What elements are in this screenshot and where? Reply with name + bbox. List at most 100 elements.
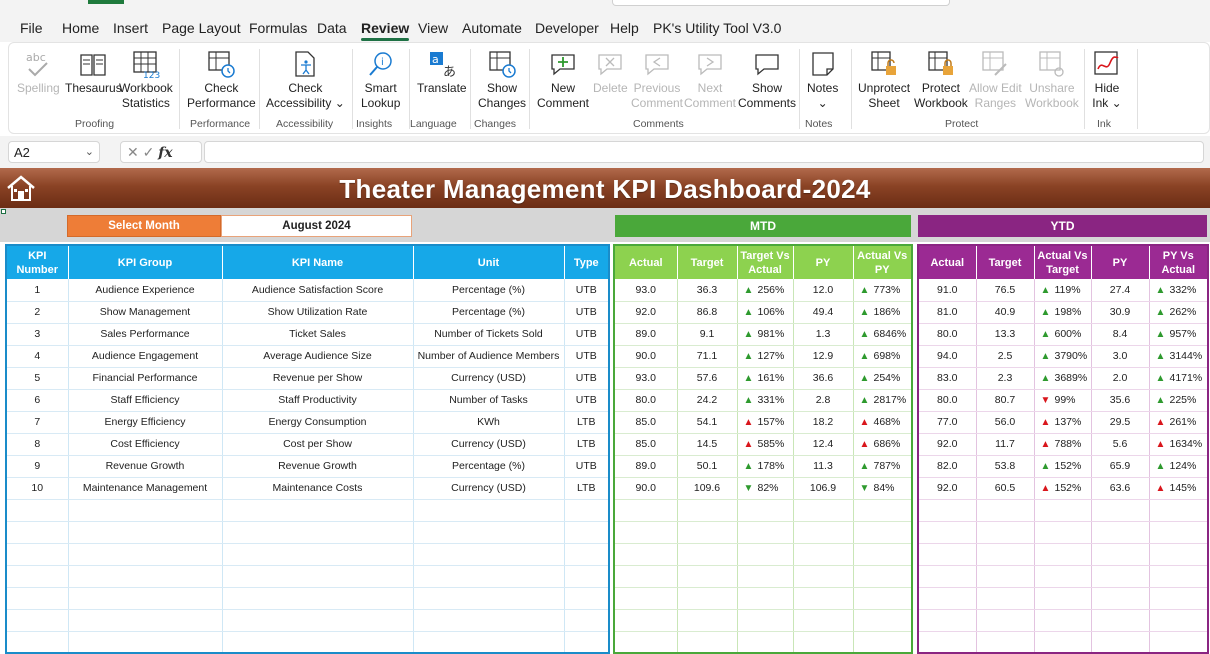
ytd-target-cell[interactable]: 2.3 bbox=[976, 367, 1035, 390]
tab-developer[interactable]: Developer bbox=[535, 20, 599, 36]
check-performance-button[interactable]: Check Performance bbox=[187, 49, 256, 111]
ytd-actual-cell[interactable] bbox=[918, 499, 977, 522]
kpi-group-cell[interactable]: Sales Performance bbox=[68, 323, 223, 346]
kpi-unit-cell[interactable]: Currency (USD) bbox=[413, 477, 565, 500]
ytd-target-cell[interactable]: 60.5 bbox=[976, 477, 1035, 500]
ytd-actual-cell[interactable] bbox=[918, 521, 977, 544]
tab-file[interactable]: File bbox=[20, 20, 43, 36]
mtd-py-cell[interactable]: 2.8 bbox=[793, 389, 854, 412]
ytd-actual-cell[interactable]: 94.0 bbox=[918, 345, 977, 368]
kpi-group-cell[interactable]: Show Management bbox=[68, 301, 223, 324]
ytd-target-cell[interactable]: 13.3 bbox=[976, 323, 1035, 346]
mtd-actual-cell[interactable]: 80.0 bbox=[614, 389, 678, 412]
ytd-py-cell[interactable] bbox=[1091, 631, 1150, 654]
mtd-actual-cell[interactable] bbox=[614, 543, 678, 566]
ytd-actual-cell[interactable]: 83.0 bbox=[918, 367, 977, 390]
kpi-num-cell[interactable] bbox=[6, 521, 69, 544]
ytd-actual-cell[interactable] bbox=[918, 543, 977, 566]
ytd-actual-cell[interactable]: 77.0 bbox=[918, 411, 977, 434]
kpi-type-cell[interactable]: UTB bbox=[564, 301, 610, 324]
kpi-num-cell[interactable]: 7 bbox=[6, 411, 69, 434]
kpi-group-cell[interactable] bbox=[68, 543, 223, 566]
kpi-unit-cell[interactable] bbox=[413, 587, 565, 610]
kpi-type-cell[interactable] bbox=[564, 543, 610, 566]
kpi-type-cell[interactable]: UTB bbox=[564, 345, 610, 368]
kpi-type-cell[interactable] bbox=[564, 565, 610, 588]
unprotect-sheet-button[interactable]: Unprotect Sheet bbox=[858, 49, 910, 111]
mtd-actual-cell[interactable]: 90.0 bbox=[614, 345, 678, 368]
tab-home[interactable]: Home bbox=[62, 20, 99, 36]
kpi-num-cell[interactable]: 9 bbox=[6, 455, 69, 478]
ytd-target-cell[interactable] bbox=[976, 543, 1035, 566]
ytd-py-cell[interactable]: 3.0 bbox=[1091, 345, 1150, 368]
kpi-unit-cell[interactable]: Percentage (%) bbox=[413, 455, 565, 478]
ytd-py-cell[interactable]: 35.6 bbox=[1091, 389, 1150, 412]
thesaurus-button[interactable]: Thesaurus bbox=[65, 49, 122, 96]
mtd-actual-cell[interactable] bbox=[614, 499, 678, 522]
mtd-actual-cell[interactable]: 85.0 bbox=[614, 433, 678, 456]
kpi-unit-cell[interactable] bbox=[413, 565, 565, 588]
mtd-actual-cell[interactable]: 89.0 bbox=[614, 455, 678, 478]
show-changes-button[interactable]: Show Changes bbox=[478, 49, 526, 111]
ytd-py-cell[interactable] bbox=[1091, 499, 1150, 522]
mtd-target-cell[interactable] bbox=[677, 565, 738, 588]
kpi-type-cell[interactable]: UTB bbox=[564, 279, 610, 302]
kpi-group-cell[interactable]: Financial Performance bbox=[68, 367, 223, 390]
ytd-py-cell[interactable]: 63.6 bbox=[1091, 477, 1150, 500]
kpi-type-cell[interactable] bbox=[564, 631, 610, 654]
kpi-unit-cell[interactable]: KWh bbox=[413, 411, 565, 434]
kpi-num-cell[interactable]: 8 bbox=[6, 433, 69, 456]
ytd-actual-cell[interactable]: 80.0 bbox=[918, 389, 977, 412]
ytd-target-cell[interactable]: 2.5 bbox=[976, 345, 1035, 368]
ytd-py-cell[interactable] bbox=[1091, 565, 1150, 588]
mtd-target-cell[interactable] bbox=[677, 521, 738, 544]
kpi-name-cell[interactable] bbox=[222, 521, 414, 544]
ytd-actual-cell[interactable]: 91.0 bbox=[918, 279, 977, 302]
ytd-target-cell[interactable]: 80.7 bbox=[976, 389, 1035, 412]
kpi-unit-cell[interactable] bbox=[413, 631, 565, 654]
kpi-name-cell[interactable]: Ticket Sales bbox=[222, 323, 414, 346]
new-comment-button[interactable]: New Comment bbox=[537, 49, 589, 111]
mtd-py-cell[interactable]: 49.4 bbox=[793, 301, 854, 324]
mtd-py-cell[interactable] bbox=[793, 543, 854, 566]
kpi-num-cell[interactable]: 3 bbox=[6, 323, 69, 346]
mtd-py-cell[interactable]: 12.0 bbox=[793, 279, 854, 302]
kpi-unit-cell[interactable]: Percentage (%) bbox=[413, 279, 565, 302]
mtd-actual-cell[interactable]: 85.0 bbox=[614, 411, 678, 434]
previous-comment-button[interactable]: Previous Comment bbox=[631, 49, 683, 111]
ytd-target-cell[interactable] bbox=[976, 609, 1035, 632]
kpi-unit-cell[interactable]: Currency (USD) bbox=[413, 433, 565, 456]
kpi-type-cell[interactable] bbox=[564, 609, 610, 632]
ytd-py-cell[interactable]: 5.6 bbox=[1091, 433, 1150, 456]
ytd-target-cell[interactable]: 53.8 bbox=[976, 455, 1035, 478]
tab-data[interactable]: Data bbox=[317, 20, 347, 36]
kpi-name-cell[interactable] bbox=[222, 499, 414, 522]
kpi-type-cell[interactable]: UTB bbox=[564, 323, 610, 346]
ytd-target-cell[interactable]: 56.0 bbox=[976, 411, 1035, 434]
tab-page-layout[interactable]: Page Layout bbox=[162, 20, 241, 36]
kpi-type-cell[interactable]: UTB bbox=[564, 389, 610, 412]
tab-automate[interactable]: Automate bbox=[462, 20, 522, 36]
mtd-py-cell[interactable]: 1.3 bbox=[793, 323, 854, 346]
mtd-target-cell[interactable]: 54.1 bbox=[677, 411, 738, 434]
kpi-group-cell[interactable]: Maintenance Management bbox=[68, 477, 223, 500]
kpi-type-cell[interactable]: UTB bbox=[564, 455, 610, 478]
kpi-num-cell[interactable] bbox=[6, 565, 69, 588]
kpi-num-cell[interactable] bbox=[6, 631, 69, 654]
kpi-name-cell[interactable]: Show Utilization Rate bbox=[222, 301, 414, 324]
protect-workbook-button[interactable]: Protect Workbook bbox=[914, 49, 968, 111]
ytd-actual-cell[interactable] bbox=[918, 565, 977, 588]
kpi-num-cell[interactable] bbox=[6, 609, 69, 632]
ytd-target-cell[interactable] bbox=[976, 499, 1035, 522]
mtd-actual-cell[interactable]: 89.0 bbox=[614, 323, 678, 346]
ytd-actual-cell[interactable]: 92.0 bbox=[918, 433, 977, 456]
ytd-py-cell[interactable]: 29.5 bbox=[1091, 411, 1150, 434]
mtd-target-cell[interactable] bbox=[677, 499, 738, 522]
ytd-py-cell[interactable] bbox=[1091, 609, 1150, 632]
ytd-py-cell[interactable] bbox=[1091, 587, 1150, 610]
hide-ink-button[interactable]: Hide Ink ⌄ bbox=[1092, 49, 1122, 111]
insert-function-button[interactable]: fx bbox=[158, 145, 172, 161]
mtd-actual-cell[interactable]: 93.0 bbox=[614, 367, 678, 390]
mtd-target-cell[interactable] bbox=[677, 543, 738, 566]
kpi-name-cell[interactable]: Revenue Growth bbox=[222, 455, 414, 478]
